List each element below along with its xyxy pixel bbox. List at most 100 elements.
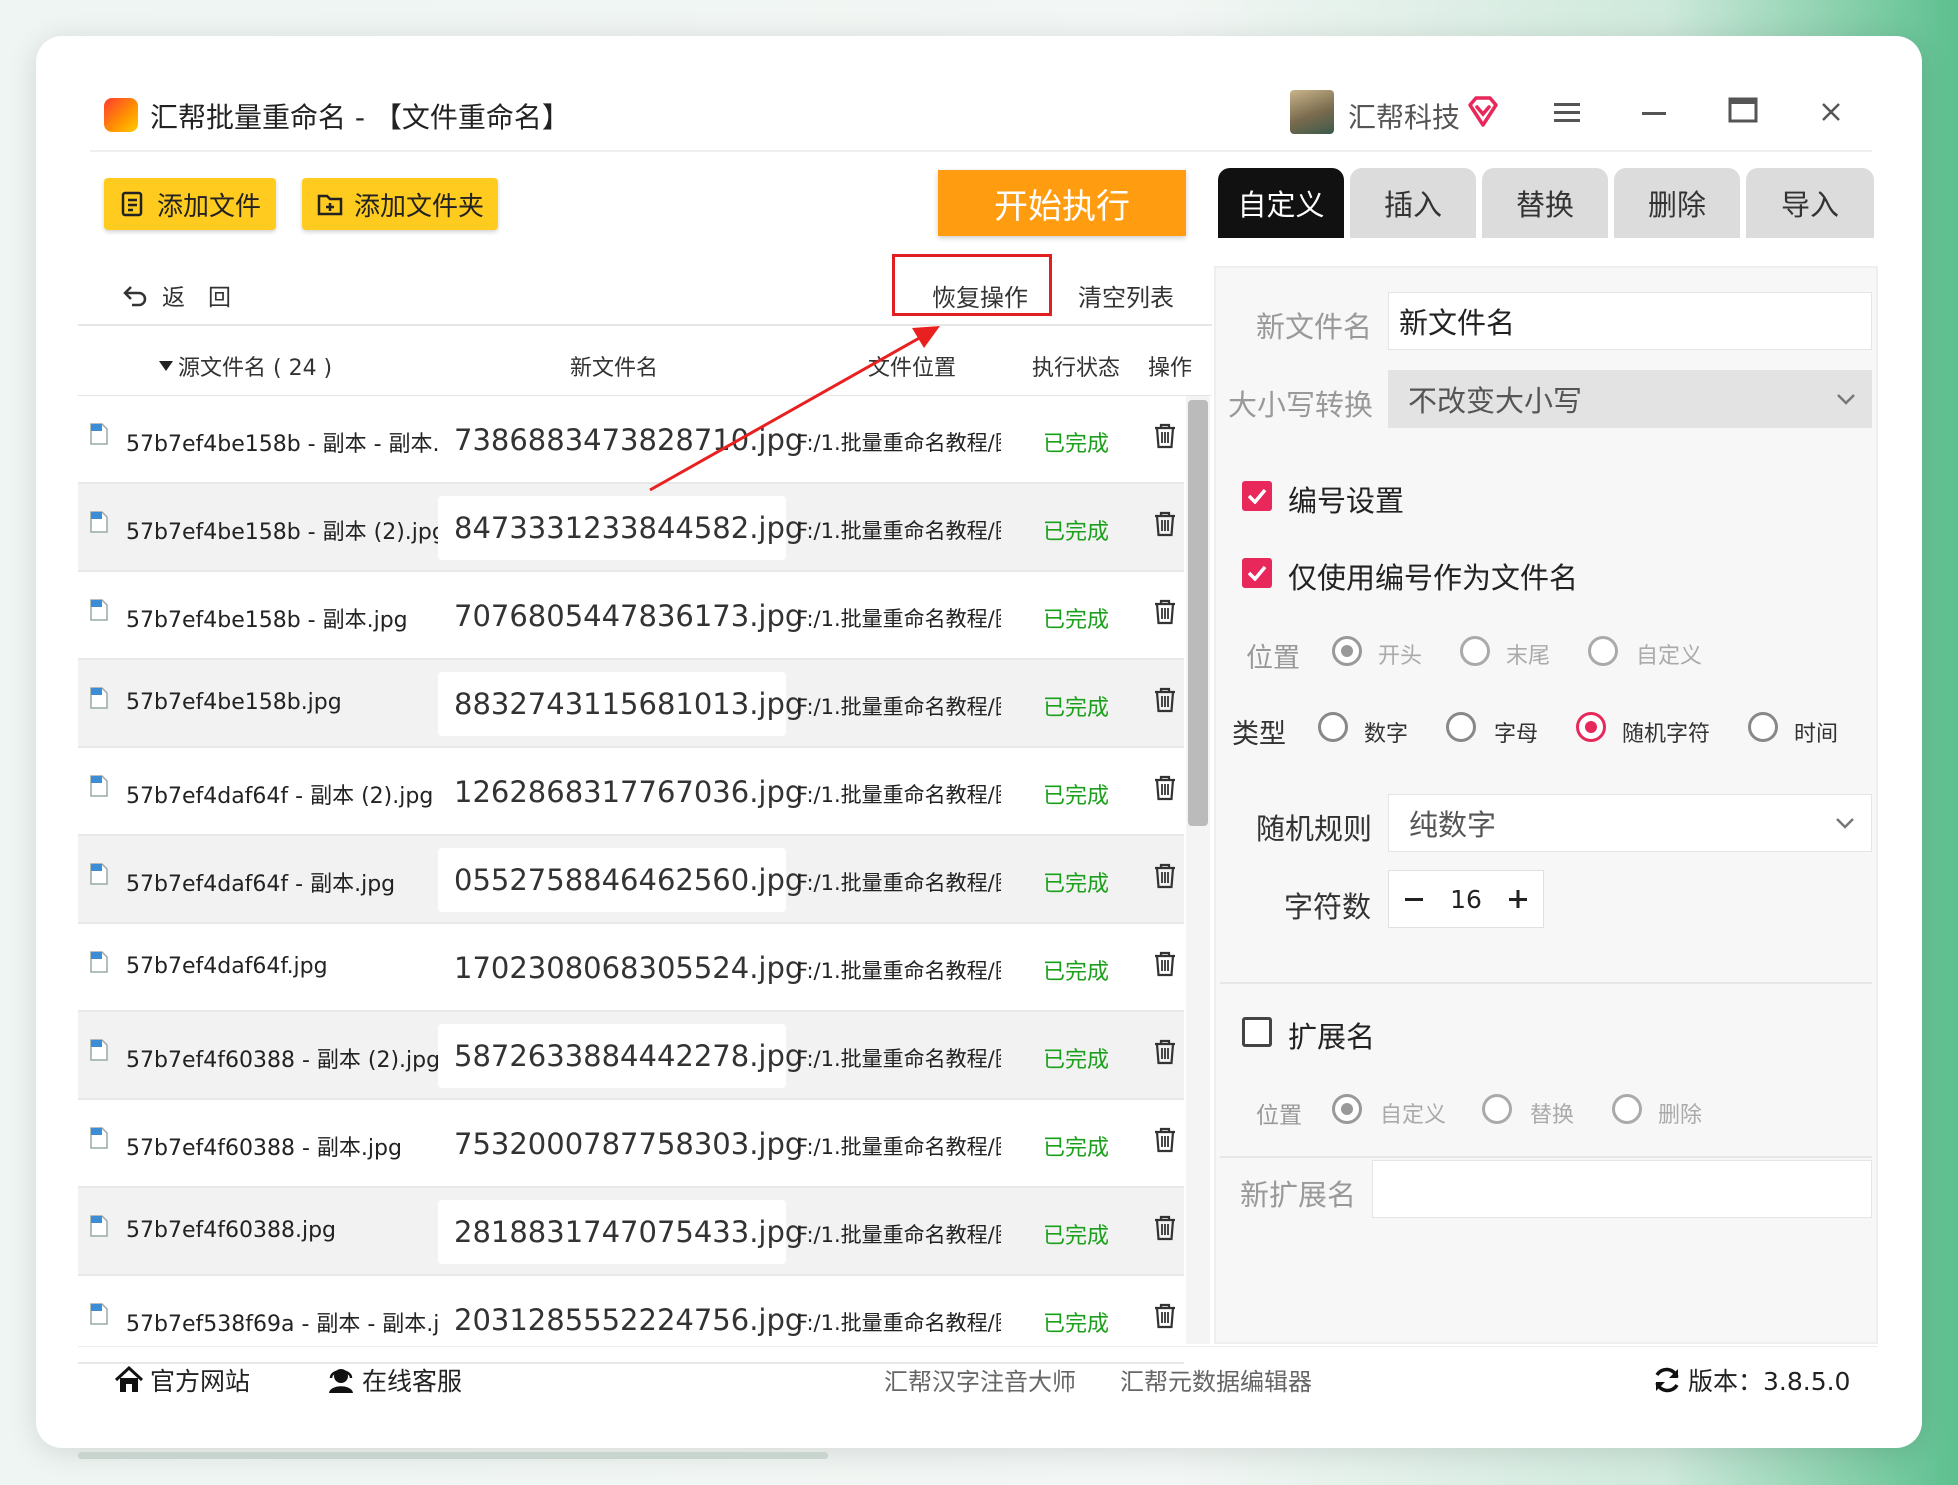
type-radio-random[interactable] <box>1576 712 1606 742</box>
support-headset-icon <box>329 1369 353 1393</box>
numbering-label: 编号设置 <box>1288 484 1405 518</box>
pinyin-tool-link[interactable]: 汇帮汉字注音大师 <box>884 1362 1076 1397</box>
case-select[interactable]: 不改变大小写 <box>1388 370 1872 428</box>
menu-icon[interactable] <box>1542 96 1592 131</box>
panel-divider-2 <box>1220 1156 1872 1158</box>
trash-icon[interactable] <box>1152 950 1178 978</box>
version-label: 版本：3.8.5.0 <box>1688 1367 1851 1396</box>
maximize-icon[interactable] <box>1718 96 1768 131</box>
new-filename[interactable]: 7076805447836173.jpg <box>438 584 803 648</box>
new-ext-input[interactable] <box>1372 1160 1872 1218</box>
status-badge: 已完成 <box>1043 872 1110 897</box>
trash-icon[interactable] <box>1152 862 1178 890</box>
table-row[interactable]: 57b7ef4daf64f - 副本.jpg 0552758846462560.j… <box>78 836 1184 924</box>
new-name-input[interactable]: 新文件名 <box>1388 292 1872 350</box>
only-number-checkbox[interactable] <box>1242 558 1272 588</box>
tab-replace[interactable]: 替换 <box>1482 168 1608 238</box>
user-avatar[interactable] <box>1290 90 1334 134</box>
type-radio-time[interactable] <box>1748 712 1778 742</box>
tab-import[interactable]: 导入 <box>1746 168 1874 238</box>
new-filename[interactable]: 2031285552224756.jpg <box>438 1288 803 1352</box>
table-row[interactable]: 57b7ef4f60388.jpg 2818831747075433.jpg F:/… <box>78 1188 1184 1276</box>
trash-icon[interactable] <box>1152 774 1178 802</box>
trash-icon[interactable] <box>1152 1214 1178 1242</box>
trash-icon[interactable] <box>1152 598 1178 626</box>
tab-custom[interactable]: 自定义 <box>1218 168 1344 238</box>
type-radio-letter[interactable] <box>1446 712 1476 742</box>
new-filename[interactable]: 1702308068305524.jpg <box>438 936 803 1000</box>
website-link[interactable]: 官方网站 <box>114 1362 250 1398</box>
table-row[interactable]: 57b7ef4f60388 - 副本.jpg 7532000787758303.j… <box>78 1100 1184 1188</box>
table-row[interactable]: 57b7ef538f69a - 副本 - 副本.jpg 2031285552224… <box>78 1276 1184 1364</box>
trash-icon[interactable] <box>1152 1126 1178 1154</box>
minus-icon[interactable] <box>1403 888 1425 910</box>
type-radio-number[interactable] <box>1318 712 1348 742</box>
close-icon[interactable] <box>1806 96 1856 131</box>
new-filename[interactable]: 8473331233844582.jpg <box>438 496 803 560</box>
restore-button[interactable]: 恢复操作 <box>932 278 1028 313</box>
col-source-header[interactable]: 源文件名 ( 24 ) <box>158 350 332 382</box>
version-info[interactable]: 版本：3.8.5.0 <box>1652 1362 1850 1398</box>
position-radio-end[interactable] <box>1460 636 1490 666</box>
new-filename[interactable]: 2818831747075433.jpg <box>438 1200 803 1264</box>
tab-delete[interactable]: 删除 <box>1614 168 1740 238</box>
numbering-checkbox[interactable] <box>1242 481 1272 511</box>
case-label: 大小写转换 <box>1228 388 1374 422</box>
col-source-label: 源文件名 ( 24 ) <box>178 356 333 381</box>
type-number-label: 数字 <box>1364 722 1409 747</box>
metadata-editor-link[interactable]: 汇帮元数据编辑器 <box>1120 1362 1312 1397</box>
table-row[interactable]: 57b7ef4be158b - 副本 (2).jpg 84733312338445… <box>78 484 1184 572</box>
position-radio-start[interactable] <box>1332 636 1362 666</box>
file-location: F:/1.批量重命名教程/图片 <box>796 871 1001 895</box>
new-filename[interactable]: 7532000787758303.jpg <box>438 1112 803 1176</box>
support-link[interactable]: 在线客服 <box>326 1362 462 1398</box>
new-filename[interactable]: 1262868317767036.jpg <box>438 760 803 824</box>
add-folder-button[interactable]: 添加文件夹 <box>302 178 498 230</box>
start-execute-button[interactable]: 开始执行 <box>938 170 1186 236</box>
random-rule-select[interactable]: 纯数字 <box>1388 794 1872 852</box>
trash-icon[interactable] <box>1152 686 1178 714</box>
extension-checkbox[interactable] <box>1242 1017 1272 1047</box>
trash-icon[interactable] <box>1152 422 1178 450</box>
char-count-stepper[interactable]: 16 <box>1388 870 1544 928</box>
char-count-value[interactable]: 16 <box>1450 885 1482 914</box>
back-button[interactable]: 返 回 <box>122 278 231 312</box>
vip-diamond-icon[interactable] <box>1466 95 1500 129</box>
file-location: F:/1.批量重命名教程/图片 <box>796 1223 1001 1247</box>
type-letter-label: 字母 <box>1494 722 1539 747</box>
add-file-label: 添加文件 <box>156 191 261 222</box>
trash-icon[interactable] <box>1152 1038 1178 1066</box>
clear-list-button[interactable]: 清空列表 <box>1078 278 1174 313</box>
ext-position-radio-delete[interactable] <box>1612 1094 1642 1124</box>
trash-icon[interactable] <box>1152 1302 1178 1330</box>
position-end-label: 末尾 <box>1506 644 1551 669</box>
ext-position-radio-replace[interactable] <box>1482 1094 1512 1124</box>
new-filename[interactable]: 5872633884442278.jpg <box>438 1024 803 1088</box>
horizontal-scrollbar[interactable] <box>78 1452 828 1459</box>
ext-position-label: 位置 <box>1256 1103 1302 1129</box>
ext-position-radio-custom[interactable] <box>1332 1094 1362 1124</box>
char-count-label: 字符数 <box>1284 890 1372 924</box>
new-filename[interactable]: 8832743115681013.jpg <box>438 672 803 736</box>
add-folder-label: 添加文件夹 <box>353 191 484 222</box>
file-location: F:/1.批量重命名教程/图片 <box>796 1135 1001 1159</box>
add-file-button[interactable]: 添加文件 <box>104 178 276 230</box>
refresh-icon <box>1655 1367 1679 1393</box>
minimize-icon[interactable] <box>1630 96 1680 131</box>
table-row[interactable]: 57b7ef4daf64f.jpg 1702308068305524.jpg F:/… <box>78 924 1184 1012</box>
tab-insert[interactable]: 插入 <box>1350 168 1476 238</box>
table-row[interactable]: 57b7ef4be158b - 副本 - 副本.jpg 7386883473828… <box>78 396 1184 484</box>
new-filename[interactable]: 0552758846462560.jpg <box>438 848 803 912</box>
list-scrollbar-thumb[interactable] <box>1188 400 1208 826</box>
trash-icon[interactable] <box>1152 510 1178 538</box>
table-row[interactable]: 57b7ef4f60388 - 副本 (2).jpg 58726338844422… <box>78 1012 1184 1100</box>
plus-icon[interactable] <box>1507 888 1529 910</box>
website-label: 官方网站 <box>150 1367 251 1396</box>
table-row[interactable]: 57b7ef4daf64f - 副本 (2).jpg 12628683177670… <box>78 748 1184 836</box>
table-row[interactable]: 57b7ef4be158b - 副本.jpg 7076805447836173.j… <box>78 572 1184 660</box>
table-row[interactable]: 57b7ef4be158b.jpg 8832743115681013.jpg F:/… <box>78 660 1184 748</box>
status-badge: 已完成 <box>1043 696 1110 721</box>
position-radio-custom[interactable] <box>1588 636 1618 666</box>
new-name-label: 新文件名 <box>1256 310 1373 344</box>
image-file-icon <box>90 1215 108 1237</box>
